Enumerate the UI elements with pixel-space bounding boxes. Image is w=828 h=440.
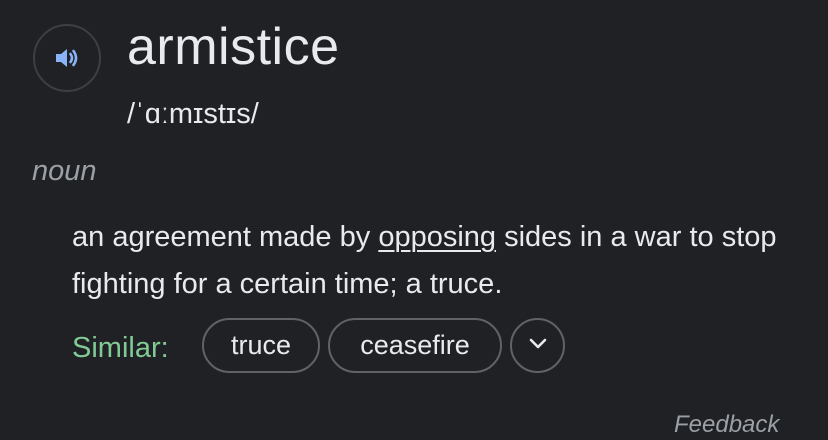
feedback-link[interactable]: Feedback (674, 410, 779, 440)
part-of-speech: noun (32, 155, 97, 187)
headword: armistice (127, 18, 340, 76)
definition-text-start: an agreement made by (72, 221, 379, 253)
phonetic-transcription: /ˈɑːmɪstɪs/ (127, 98, 259, 130)
similar-label: Similar: (72, 332, 169, 364)
pronunciation-audio-button[interactable] (33, 24, 101, 92)
similar-chip-ceasefire[interactable]: ceasefire (328, 318, 502, 373)
similar-chip-truce[interactable]: truce (202, 318, 320, 373)
expand-similar-button[interactable] (510, 318, 565, 373)
definition-link-opposing[interactable]: opposing (378, 221, 496, 253)
chevron-down-icon (529, 337, 547, 355)
speaker-icon (54, 47, 80, 69)
definition-text: an agreement made by opposing sides in a… (72, 214, 812, 308)
